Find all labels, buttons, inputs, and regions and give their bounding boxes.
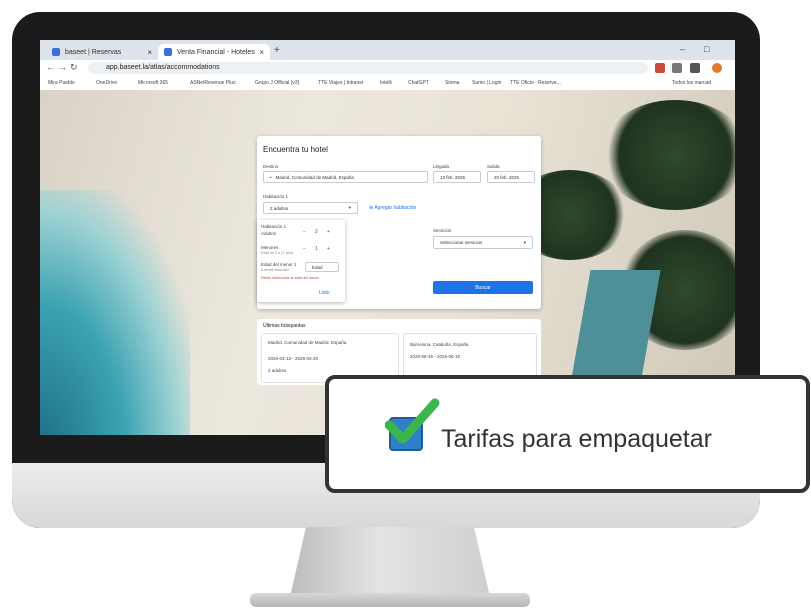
children-increment[interactable]: +: [327, 246, 330, 252]
profile-avatar[interactable]: [712, 63, 722, 73]
bookmark[interactable]: Intelli: [380, 80, 392, 86]
bookmark[interactable]: TTE Oficio - Reserve...: [510, 80, 561, 86]
package-rates-label: Tarifas para empaquetar: [441, 425, 712, 453]
bookmark[interactable]: Microsoft 365: [138, 80, 168, 86]
extensions-puzzle-icon[interactable]: [690, 63, 700, 73]
services-select[interactable]: Seleccionar servicios ▾: [433, 236, 533, 249]
destination-input[interactable]: • Madrid, Comunidad de Madrid, España: [263, 171, 428, 183]
popup-room-title: Habitación 1: [261, 224, 287, 229]
room-label: Habitación 1: [263, 194, 289, 199]
adults-count: 2: [315, 229, 318, 235]
bookmark[interactable]: ASNetRevenue Plus: [190, 80, 236, 86]
services-label: Servicios: [433, 228, 452, 233]
extension-icon[interactable]: [672, 63, 682, 73]
child-age-label: Edad del menor 1: [261, 262, 297, 267]
browser-tab-active[interactable]: Venta Financial - Hoteles ×: [158, 44, 270, 60]
destination-label: Destino: [263, 164, 279, 169]
adults-decrement[interactable]: −: [303, 229, 306, 235]
children-count: 1: [315, 246, 318, 252]
bookmark[interactable]: Sirena: [445, 80, 459, 86]
chevron-down-icon: ▾: [348, 205, 351, 210]
guests-popup: Habitación 1 Adultos − 2 + Menores Edad …: [257, 220, 345, 302]
bookmark-folder[interactable]: Todos los marcad: [672, 80, 711, 86]
bookmark[interactable]: Sumo | Login: [472, 80, 501, 86]
favicon-icon: [164, 48, 172, 56]
new-tab-button[interactable]: +: [274, 45, 280, 56]
recent-searches-title: Últimas búsquedas: [263, 323, 306, 329]
monitor-stand: [290, 527, 490, 597]
adults-label: Adultos: [261, 231, 277, 236]
bookmark[interactable]: ChatGPT: [408, 80, 429, 86]
child-age-select[interactable]: Edad: [305, 262, 339, 272]
minimize-button[interactable]: –: [680, 44, 685, 54]
child-age-warning: Debes seleccionar la edad del menor: [261, 276, 319, 280]
add-room-link[interactable]: ⊕ Agregar habitación: [369, 205, 416, 211]
hotel-search-card: Encuentra tu hotel Destino • Madrid, Com…: [257, 136, 541, 309]
browser-tab[interactable]: baseet | Reservas ×: [46, 44, 158, 60]
reload-icon[interactable]: ↻: [70, 62, 78, 73]
address-bar-row: ← → ↻ app.baseet.la/atlas/accommodations: [40, 60, 735, 76]
maximize-button[interactable]: □: [704, 44, 709, 54]
checkin-label: Llegada: [433, 164, 450, 169]
back-icon[interactable]: ←: [46, 62, 55, 72]
search-button[interactable]: Buscar: [433, 281, 533, 294]
children-label: Menores: [261, 245, 279, 250]
extension-icon[interactable]: [655, 63, 665, 73]
card-title: Encuentra tu hotel: [263, 145, 328, 154]
ocean-image: [40, 190, 190, 435]
favicon-icon: [52, 48, 60, 56]
children-sublabel: Edad de 0 a 17 años: [261, 251, 294, 255]
checkmark-icon: [385, 398, 440, 444]
bookmark[interactable]: OneDrive: [96, 80, 117, 86]
child-age-sublabel: A recibir edad año: [261, 268, 290, 272]
zoom-callout: Tarifas para empaquetar: [325, 375, 810, 493]
close-tab-icon[interactable]: ×: [147, 48, 152, 57]
children-decrement[interactable]: −: [303, 246, 306, 252]
guests-select[interactable]: 2 adultos ▾: [263, 202, 358, 214]
location-pin-icon: •: [270, 174, 272, 180]
checkout-date-input[interactable]: 20 feb. 2026: [487, 171, 535, 183]
done-button[interactable]: Listo: [319, 290, 330, 296]
plus-circle-icon: ⊕: [369, 205, 374, 211]
browser-tab-bar: baseet | Reservas × Venta Financial - Ho…: [40, 40, 735, 60]
close-tab-icon[interactable]: ×: [259, 48, 264, 57]
bookmark[interactable]: Mira Pueblo: [48, 80, 75, 86]
adults-increment[interactable]: +: [327, 229, 330, 235]
chevron-down-icon: ▾: [523, 239, 526, 245]
bookmarks-bar: Mira Pueblo OneDrive Microsoft 365 ASNet…: [40, 76, 735, 91]
forward-icon[interactable]: →: [58, 62, 67, 72]
url-input[interactable]: app.baseet.la/atlas/accommodations: [88, 62, 648, 74]
checkout-label: Salida: [487, 164, 500, 169]
monitor-base: [250, 593, 530, 607]
bookmark[interactable]: Grupo J Official (v3): [255, 80, 299, 86]
checkin-date-input[interactable]: 13 feb. 2026: [433, 171, 481, 183]
bookmark[interactable]: TTE Viajes | Intranet: [318, 80, 363, 86]
